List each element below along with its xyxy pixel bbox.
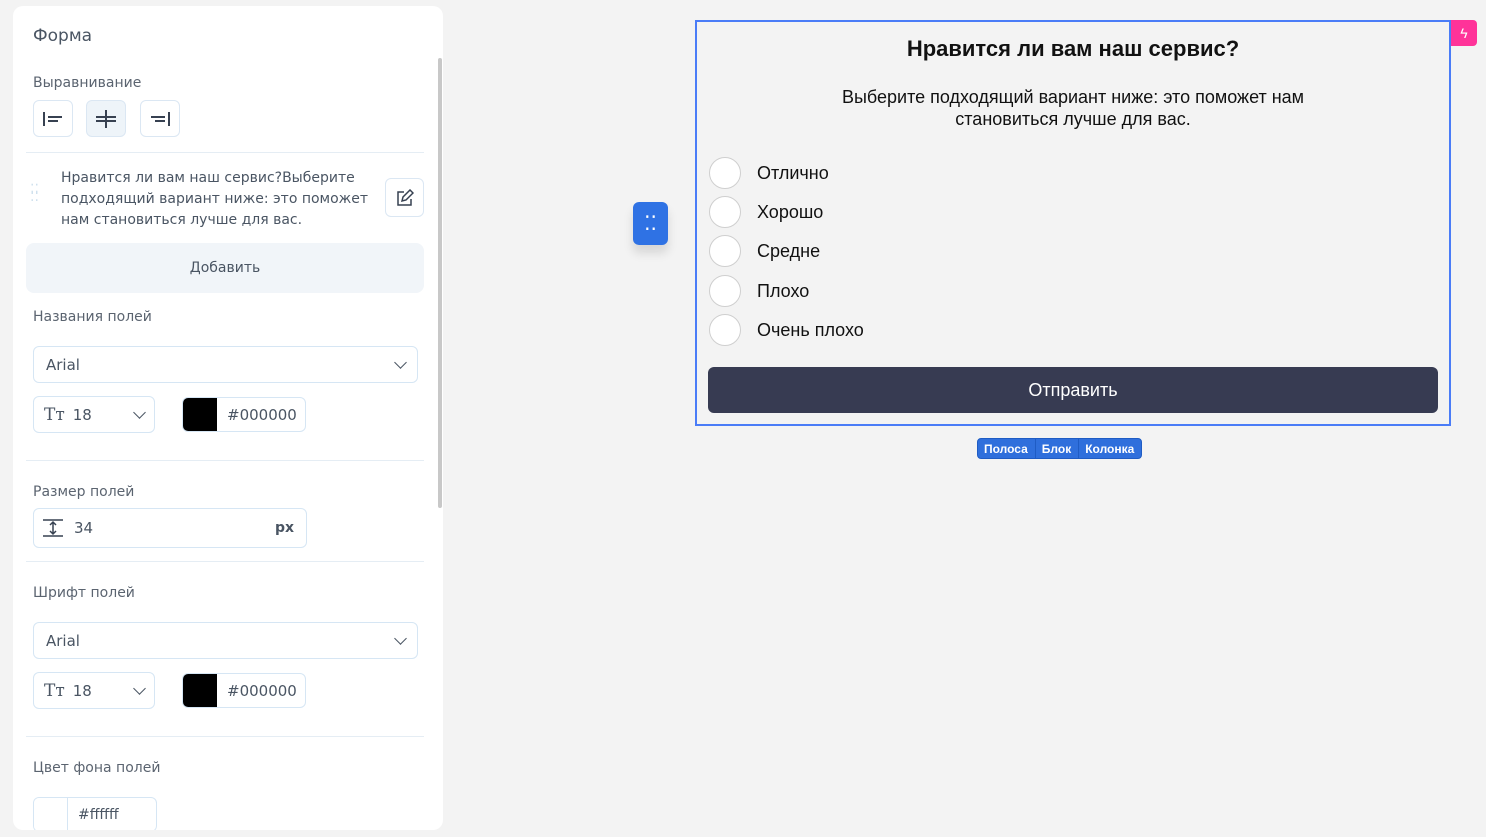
form-subtitle: Выберите подходящий вариант ниже: это по… <box>697 86 1449 130</box>
field-names-font-select[interactable]: Arial <box>33 346 418 383</box>
alignment-label: Выравнивание <box>33 75 142 91</box>
chevron-down-icon <box>133 682 146 695</box>
submit-button[interactable]: Отправить <box>708 367 1438 413</box>
option-label: Очень плохо <box>757 319 864 340</box>
color-value[interactable]: #ffffff <box>68 807 119 823</box>
divider <box>26 561 424 562</box>
option-label: Средне <box>757 240 821 261</box>
chevron-down-icon <box>394 356 407 369</box>
field-bg-label: Цвет фона полей <box>33 760 161 776</box>
option-label: Отлично <box>757 162 829 183</box>
field-size-input[interactable]: 34 px <box>33 508 307 548</box>
panel-title: Форма <box>33 26 93 46</box>
divider <box>26 736 424 737</box>
scrollbar[interactable] <box>438 58 442 508</box>
height-icon <box>43 519 63 537</box>
lightning-icon[interactable]: ϟ <box>1451 20 1477 46</box>
divider <box>26 152 424 153</box>
unit-label: px <box>274 520 294 536</box>
radio-button[interactable] <box>709 275 741 307</box>
divider <box>26 460 424 461</box>
add-button[interactable]: Добавить <box>26 243 424 293</box>
block-drag-handle[interactable]: ⁚⁚ <box>633 202 668 245</box>
radio-button[interactable] <box>709 196 741 228</box>
align-left-button[interactable] <box>33 100 73 137</box>
field-size-value[interactable]: 34 <box>74 519 93 537</box>
color-value[interactable]: #000000 <box>217 682 297 700</box>
edit-button[interactable] <box>385 178 424 217</box>
subtitle-line: Выберите подходящий вариант ниже: это по… <box>841 87 1305 107</box>
breadcrumb-item[interactable]: Колонка <box>1078 439 1141 458</box>
align-center-icon <box>96 109 116 128</box>
radio-button[interactable] <box>709 235 741 267</box>
radio-option[interactable]: Очень плохо <box>709 314 864 346</box>
edit-icon <box>396 188 414 206</box>
radio-button[interactable] <box>709 157 741 189</box>
subtitle-line: становиться лучше для вас. <box>955 109 1191 129</box>
field-names-color-picker[interactable]: #000000 <box>182 397 306 432</box>
color-swatch[interactable] <box>183 398 217 431</box>
field-font-size-select[interactable]: Tт 18 <box>33 672 155 709</box>
color-swatch[interactable] <box>183 674 217 707</box>
radio-button[interactable] <box>709 314 741 346</box>
field-size-label: Размер полей <box>33 484 135 500</box>
breadcrumb: Полоса Блок Колонка <box>977 438 1143 459</box>
align-center-button[interactable] <box>86 100 126 137</box>
field-bg-color-picker[interactable]: #ffffff <box>33 797 157 830</box>
font-value: Arial <box>46 631 80 650</box>
option-label: Хорошо <box>757 201 824 222</box>
text-size-icon: Tт <box>44 680 65 701</box>
option-label: Плохо <box>757 280 810 301</box>
form-item-text: Нравится ли вам наш сервис?Выберите подх… <box>61 170 369 228</box>
field-names-label: Названия полей <box>33 309 152 325</box>
color-swatch[interactable] <box>34 798 68 830</box>
form-title: Нравится ли вам наш сервис? <box>906 36 1240 61</box>
text-size-icon: Tт <box>44 404 65 425</box>
form-block[interactable]: Нравится ли вам наш сервис? Выберите под… <box>695 20 1451 426</box>
chevron-down-icon <box>394 632 407 645</box>
radio-option[interactable]: Хорошо <box>709 196 823 228</box>
size-value: 18 <box>72 681 92 700</box>
field-names-size-select[interactable]: Tт 18 <box>33 396 155 433</box>
field-font-label: Шрифт полей <box>33 585 135 601</box>
drag-handle-icon[interactable]: ⁚⁚ ⁚⁚ <box>30 182 39 203</box>
settings-panel: Форма Выравнивание ⁚⁚ ⁚⁚ Нравится ли вам … <box>13 6 443 830</box>
breadcrumb-item[interactable]: Полоса <box>978 439 1035 458</box>
align-left-icon <box>43 111 62 126</box>
radio-option[interactable]: Отлично <box>709 157 829 189</box>
font-value: Arial <box>46 355 80 374</box>
breadcrumb-item[interactable]: Блок <box>1034 439 1078 458</box>
size-value: 18 <box>72 405 92 424</box>
align-right-button[interactable] <box>140 100 180 137</box>
align-right-icon <box>151 111 170 126</box>
field-font-select[interactable]: Arial <box>33 622 418 659</box>
radio-option[interactable]: Средне <box>709 235 820 267</box>
chevron-down-icon <box>133 406 146 419</box>
drag-dots-icon: ⁚⁚ <box>644 212 657 235</box>
color-value[interactable]: #000000 <box>217 406 297 424</box>
field-font-color-picker[interactable]: #000000 <box>182 673 306 708</box>
radio-option[interactable]: Плохо <box>709 275 809 307</box>
